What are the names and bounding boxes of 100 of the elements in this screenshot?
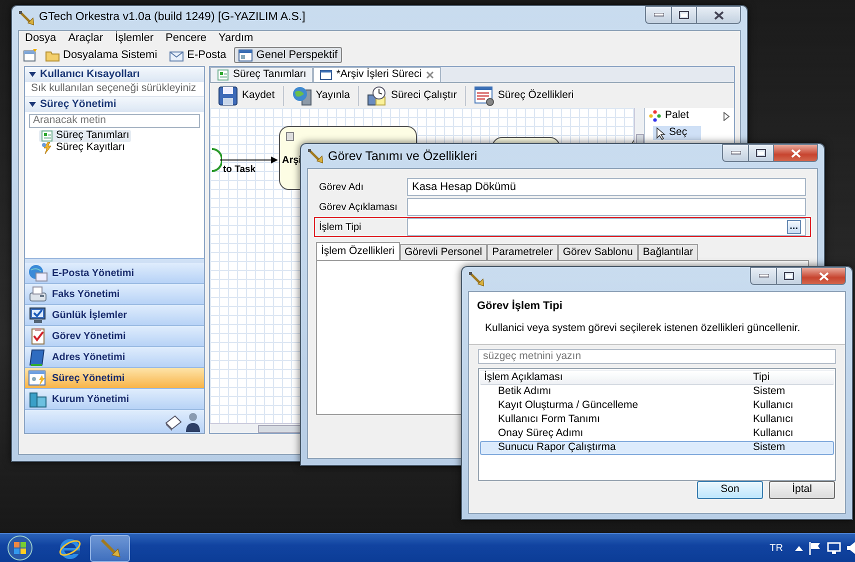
show-hidden-icons-icon[interactable] (795, 545, 803, 551)
toolbar-button[interactable]: Kaydet (214, 84, 279, 106)
dialog-heading: Görev İşlem Tipi (477, 298, 564, 314)
table-cell-text: Kullanıcı (753, 426, 794, 442)
maximize-button[interactable] (671, 6, 697, 24)
building-icon (28, 390, 48, 408)
definition-icon (41, 130, 53, 142)
toolbar-button[interactable]: Süreci Çalıştır (362, 84, 461, 106)
close-icon[interactable] (426, 71, 434, 79)
globe-server-icon (292, 86, 312, 106)
section-title: Kullanıcı Kısayolları (40, 66, 140, 82)
taskbar-app[interactable] (90, 534, 130, 562)
input-field[interactable]: Kasa Hesap Dökümü (407, 178, 806, 196)
flag-icon[interactable] (809, 542, 821, 554)
minimize-icon (758, 274, 768, 278)
input-field[interactable]: ... (407, 218, 806, 236)
toolbar-button[interactable]: Dosyalama Sistemi (41, 47, 162, 63)
module-button[interactable]: Kurum Yönetimi (25, 389, 204, 410)
toolbar-button[interactable]: Yayınla (288, 84, 354, 106)
menu-item[interactable]: Dosya (19, 30, 62, 47)
app-icon (99, 537, 121, 559)
tab[interactable]: Görev Sablonu (558, 244, 638, 260)
module-button[interactable]: Adres Yönetimi (25, 347, 204, 368)
maximize-icon (679, 11, 689, 19)
module-button[interactable]: Faks Yönetimi (25, 284, 204, 305)
table-row[interactable]: Sunucu Rapor Çalıştırma Sistem (480, 441, 834, 456)
new-window-icon[interactable] (23, 48, 37, 62)
minimize-button[interactable] (722, 144, 748, 162)
tab[interactable]: İşlem Özellikleri (316, 242, 400, 260)
collapse-arrow-icon[interactable] (29, 71, 36, 78)
menu-item[interactable]: İşlemler (109, 30, 160, 47)
field-label: İşlem Tipi (319, 220, 362, 234)
minimize-icon (730, 151, 740, 155)
module-button[interactable]: Günlük İşlemler (25, 305, 204, 326)
edge-label: to Task (223, 163, 256, 177)
table-cell-text: Sistem (753, 384, 786, 400)
editor-tab[interactable]: Süreç Tanımları (210, 67, 314, 82)
table-cell-text: Kullanıcı Form Tanımı (497, 412, 601, 428)
app-icon (307, 148, 323, 164)
speaker-icon[interactable] (847, 542, 855, 554)
browse-button[interactable]: ... (786, 220, 801, 234)
minimize-button[interactable] (750, 267, 776, 285)
person-icon[interactable] (185, 412, 201, 432)
collapse-arrow-icon[interactable] (29, 101, 36, 108)
definition-icon (217, 69, 229, 81)
minimize-button[interactable] (645, 6, 671, 24)
table-cell-text: Betik Adımı (497, 384, 552, 400)
search-field[interactable]: Aranacak metin (29, 114, 200, 128)
table-cell-text: Onay Süreç Adımı (497, 426, 584, 442)
monitor-icon[interactable] (827, 542, 841, 554)
column-header[interactable]: İşlem Açıklaması (481, 370, 753, 386)
palette-icon (649, 110, 661, 122)
tab[interactable]: Görevli Personel (400, 244, 488, 260)
toolbar-button[interactable]: Süreç Özellikleri (470, 84, 578, 106)
palette-title: Palet (665, 108, 689, 124)
input-field[interactable] (407, 198, 806, 216)
notepad-icon[interactable] (164, 412, 182, 430)
table-cell-text: Kullanıcı (753, 398, 794, 414)
app-icon (468, 271, 484, 287)
maximize-icon (784, 272, 794, 280)
menu-item[interactable]: Pencere (160, 30, 213, 47)
dialog-button[interactable]: İptal (769, 481, 835, 500)
window-icon (238, 48, 254, 62)
expand-arrow-icon[interactable] (723, 112, 730, 120)
tree-item[interactable]: Süreç Tanımları (39, 130, 132, 142)
clock-calculator-icon (366, 86, 387, 106)
table-cell-text: Kayıt Oluşturma / Güncelleme (497, 398, 640, 414)
language-indicator[interactable]: TR (770, 540, 783, 556)
table-cell-text: Sunucu Rapor Çalıştırma (497, 440, 617, 456)
maximize-icon (756, 149, 766, 157)
dialog-button[interactable]: Son (697, 481, 763, 500)
maximize-button[interactable] (748, 144, 774, 162)
window-icon (320, 69, 332, 81)
close-icon (714, 10, 724, 20)
filter-field[interactable]: süzgeç metnini yazın (478, 349, 836, 364)
module-button[interactable]: Görev Yönetimi (25, 326, 204, 347)
properties-gear-icon (474, 86, 494, 106)
menu-item[interactable]: Araçlar (62, 30, 110, 47)
maximize-button[interactable] (776, 267, 802, 285)
editor-tab[interactable]: *Arşiv İşleri Süreci (313, 67, 441, 82)
app-icon (18, 10, 34, 26)
close-button[interactable] (697, 6, 741, 24)
toolbar-button[interactable]: E-Posta (165, 47, 230, 63)
cursor-icon (656, 126, 666, 140)
menu-item[interactable]: Yardım (212, 30, 260, 47)
field-label: Görev Açıklaması (319, 200, 398, 214)
lightning-icon (41, 142, 53, 154)
module-button[interactable]: E-Posta Yönetimi (25, 263, 204, 284)
tab[interactable]: Parametreler (487, 244, 558, 260)
tab[interactable]: Bağlantılar (638, 244, 698, 260)
column-header[interactable]: Tipi (753, 370, 833, 386)
close-button[interactable] (802, 267, 846, 285)
toolbar-button[interactable]: Genel Perspektif (234, 47, 342, 63)
palette-tool[interactable]: Seç (653, 126, 701, 140)
window-title: GTech Orkestra v1.0a (build 1249) [G-YAZILIM A.S.] (39, 10, 306, 26)
module-button[interactable]: Süreç Yönetimi (25, 368, 204, 389)
globe-envelope-icon (28, 264, 48, 282)
tree-item[interactable]: Süreç Kayıtları (39, 142, 127, 154)
close-button[interactable] (774, 144, 818, 162)
window-lightning-icon (28, 369, 48, 387)
